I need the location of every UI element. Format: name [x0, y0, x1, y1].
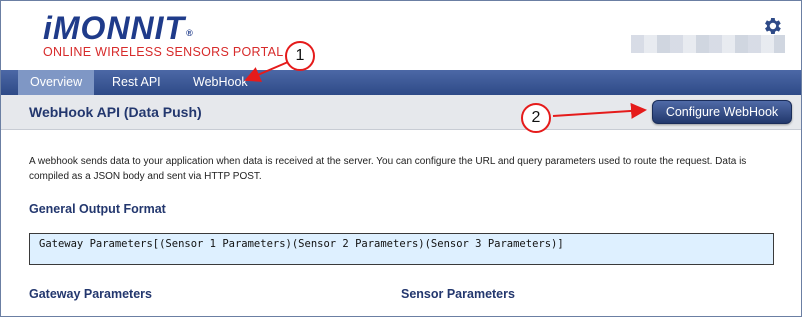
- page-title: WebHook API (Data Push): [29, 104, 202, 120]
- main-nav: Overview Rest API WebHook: [1, 70, 801, 95]
- output-format-code-box: Gateway Parameters[(Sensor 1 Parameters)…: [29, 233, 774, 265]
- tab-rest-api[interactable]: Rest API: [100, 70, 173, 95]
- logo[interactable]: iMONNIT®: [43, 10, 194, 47]
- tagline: ONLINE WIRELESS SENSORS PORTAL: [43, 45, 284, 59]
- annotation-marker-2: 2: [521, 103, 551, 133]
- sensor-parameters-heading: Sensor Parameters: [401, 287, 515, 301]
- tab-overview[interactable]: Overview: [18, 70, 95, 95]
- tab-webhook[interactable]: WebHook: [181, 70, 260, 95]
- user-account-blurred[interactable]: [631, 35, 785, 53]
- page-titlebar: WebHook API (Data Push) Configure WebHoo…: [1, 95, 801, 130]
- logo-text: iMONNIT: [43, 10, 186, 46]
- gear-icon[interactable]: [761, 15, 783, 37]
- configure-webhook-button[interactable]: Configure WebHook: [652, 100, 792, 124]
- registered-mark: ®: [186, 28, 194, 38]
- header: iMONNIT® ONLINE WIRELESS SENSORS PORTAL: [1, 1, 801, 70]
- gateway-parameters-heading: Gateway Parameters: [29, 287, 152, 301]
- browser-frame: iMONNIT® ONLINE WIRELESS SENSORS PORTAL …: [0, 0, 802, 317]
- general-output-heading: General Output Format: [29, 202, 166, 216]
- output-format-code: Gateway Parameters[(Sensor 1 Parameters)…: [39, 238, 564, 250]
- webhook-description: A webhook sends data to your application…: [29, 156, 747, 182]
- annotation-marker-1: 1: [285, 41, 315, 71]
